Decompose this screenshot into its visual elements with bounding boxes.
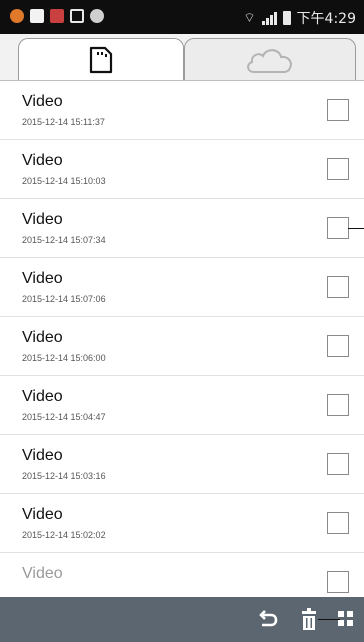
item-date: 2015-12-14 15:04:47	[22, 412, 106, 422]
signal-icon	[261, 11, 277, 25]
status-right: ⌔ 下午4:29	[243, 8, 356, 28]
callout-line	[318, 619, 340, 620]
status-left-icons	[10, 9, 104, 23]
item-date: 2015-12-14 15:07:06	[22, 294, 106, 304]
battery-icon	[282, 11, 291, 25]
item-date: 2015-12-14 15:07:34	[22, 235, 106, 245]
list-item[interactable]: Video 2015-12-14 15:07:06	[0, 258, 364, 317]
document-icon	[30, 9, 44, 23]
item-checkbox[interactable]	[327, 99, 349, 121]
item-title: Video	[22, 211, 63, 228]
notification-dot-icon	[10, 9, 24, 23]
item-checkbox[interactable]	[327, 335, 349, 357]
sd-card-icon	[89, 46, 113, 73]
sync-icon	[90, 9, 104, 23]
item-title: Video	[22, 506, 63, 523]
item-title: Video	[22, 270, 63, 287]
item-checkbox[interactable]	[327, 158, 349, 180]
item-checkbox[interactable]	[327, 394, 349, 416]
list-item[interactable]: Video 2015-12-14 15:04:47	[0, 376, 364, 435]
list-item[interactable]: Video 2015-12-14 15:03:16	[0, 435, 364, 494]
video-list: Video 2015-12-14 15:11:37 Video 2015-12-…	[0, 81, 364, 597]
tab-cloud[interactable]	[184, 38, 356, 80]
item-date: 2015-12-14 15:03:16	[22, 471, 106, 481]
item-checkbox[interactable]	[327, 217, 349, 239]
image-icon	[70, 9, 84, 23]
callout-line	[348, 228, 364, 229]
item-date: 2015-12-14 15:02:02	[22, 530, 106, 540]
status-bar: ⌔ 下午4:29	[0, 0, 364, 34]
back-icon	[259, 610, 278, 627]
bottom-action-bar	[0, 597, 364, 642]
item-date: 2015-12-14 15:11:37	[22, 117, 105, 127]
item-title: Video	[22, 565, 63, 582]
item-date: 2015-12-14 15:06:00	[22, 353, 106, 363]
back-button[interactable]	[256, 607, 280, 631]
item-checkbox[interactable]	[327, 512, 349, 534]
item-title: Video	[22, 447, 63, 464]
wifi-icon: ⌔	[243, 11, 256, 26]
list-item[interactable]: Video 2015-12-14 15:06:00	[0, 317, 364, 376]
list-item[interactable]: Video 2015-12-14 15:07:34	[0, 199, 364, 258]
item-title: Video	[22, 388, 63, 405]
item-title: Video	[22, 152, 63, 169]
status-time: 下午4:29	[296, 11, 356, 27]
list-item[interactable]: Video 2015-12-14 15:10:03	[0, 140, 364, 199]
cloud-icon	[247, 48, 292, 73]
item-title: Video	[22, 329, 63, 346]
item-date: 2015-12-14 15:10:03	[22, 176, 106, 186]
list-item[interactable]: Video 2015-12-14 15:02:02	[0, 494, 364, 553]
item-checkbox[interactable]	[327, 276, 349, 298]
source-tabs	[0, 34, 364, 81]
list-item[interactable]: Video 2015-12-14 15:11:37	[0, 81, 364, 140]
item-title: Video	[22, 93, 63, 110]
tab-local[interactable]	[18, 38, 184, 80]
item-checkbox[interactable]	[327, 571, 349, 593]
list-item[interactable]: Video	[0, 553, 364, 597]
mail-icon	[50, 9, 64, 23]
item-checkbox[interactable]	[327, 453, 349, 475]
